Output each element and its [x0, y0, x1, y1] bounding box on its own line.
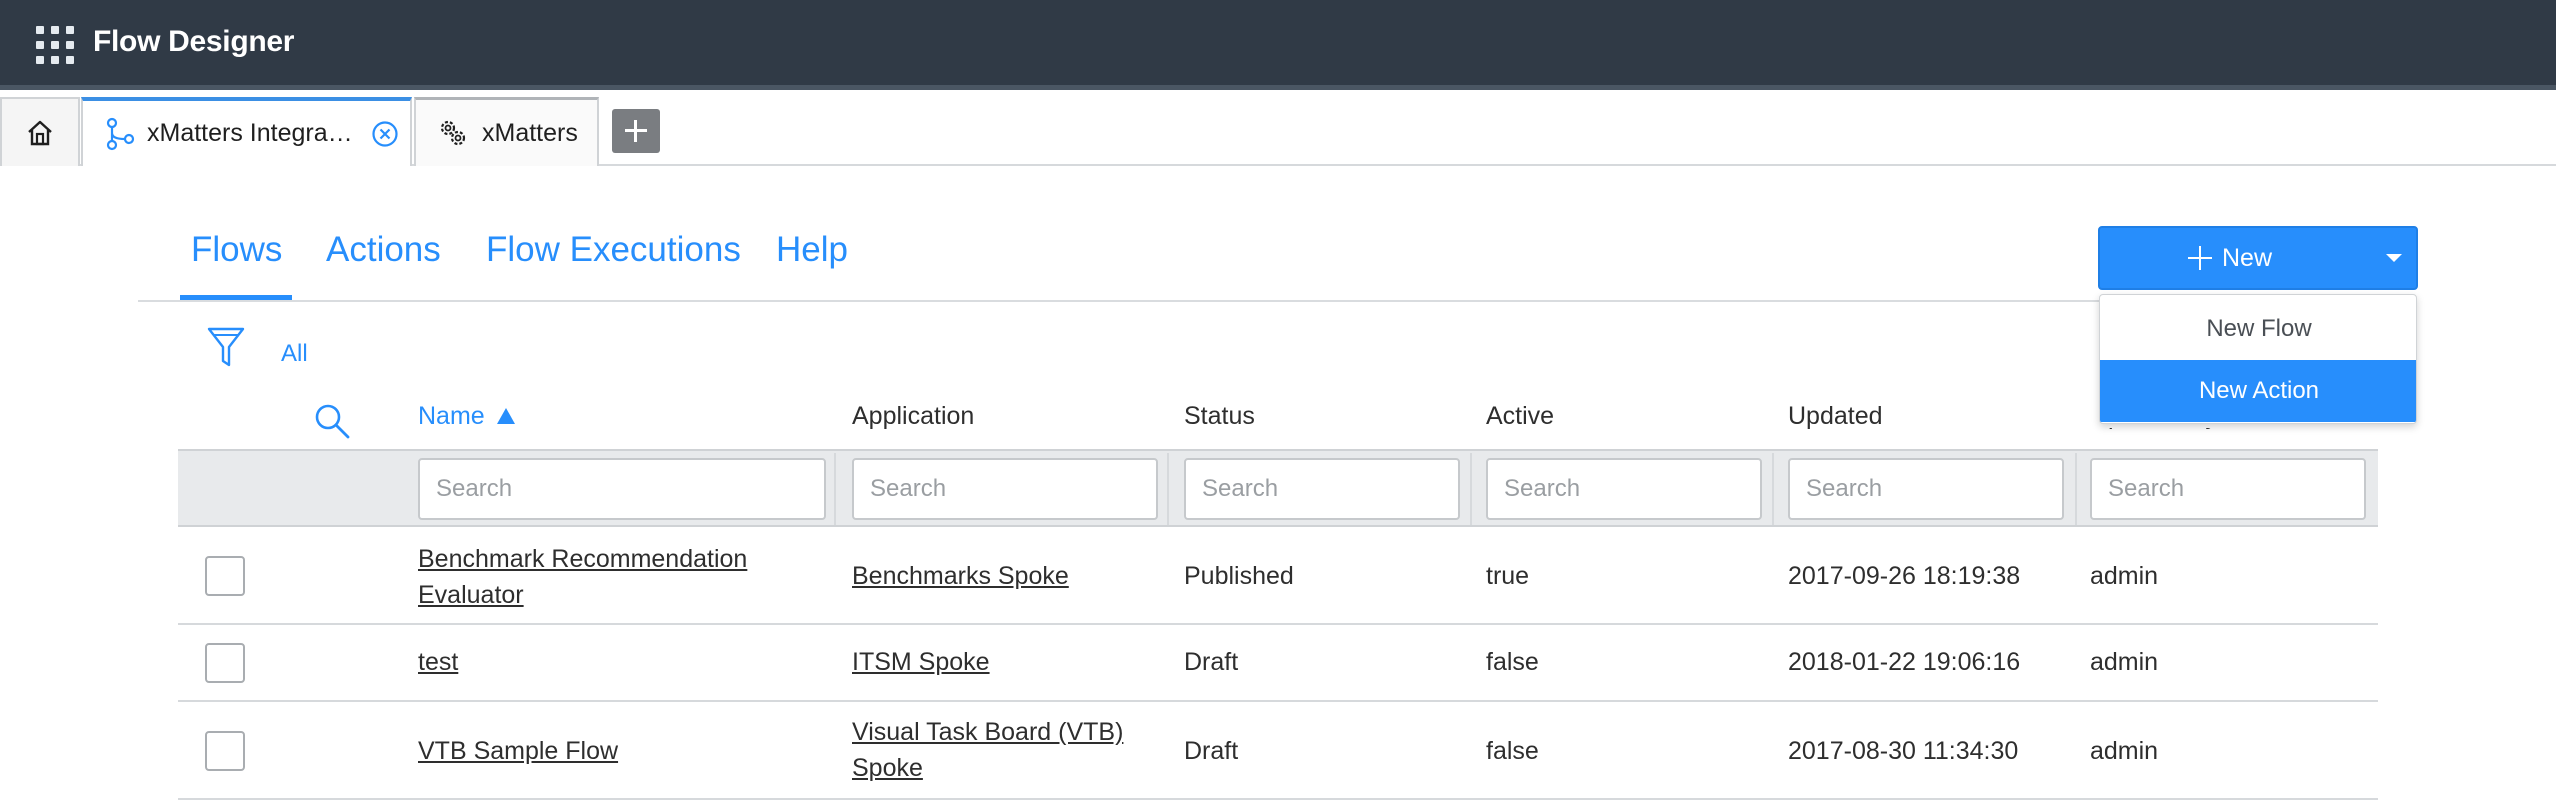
- tab-label: xMatters: [482, 118, 578, 147]
- search-input-status[interactable]: [1184, 458, 1460, 520]
- search-input-updated[interactable]: [1788, 458, 2064, 520]
- column-divider: [2075, 453, 2077, 525]
- table-row: VTB Sample Flow Visual Task Board (VTB) …: [178, 702, 2378, 800]
- row-active: true: [1486, 562, 1530, 590]
- column-divider: [1167, 453, 1169, 525]
- flow-branch-icon: [106, 117, 135, 150]
- menu-item-new-flow[interactable]: New Flow: [2100, 298, 2416, 360]
- row-updated: 2018-01-22 19:06:16: [1788, 648, 2021, 676]
- row-name-link[interactable]: VTB Sample Flow: [418, 733, 618, 769]
- home-icon: [28, 120, 52, 145]
- search-input-application[interactable]: [852, 458, 1158, 520]
- funnel-icon[interactable]: [206, 325, 246, 371]
- column-header-updated[interactable]: Updated: [1788, 402, 1883, 431]
- column-header-application[interactable]: Application: [852, 402, 974, 431]
- row-updated-by: admin: [2090, 737, 2159, 765]
- row-updated: 2017-09-26 18:19:38: [1788, 562, 2021, 590]
- row-checkbox[interactable]: [205, 556, 245, 596]
- search-icon[interactable]: [312, 401, 352, 441]
- table-row: test ITSM Spoke Draft false 2018-01-22 1…: [178, 625, 2378, 702]
- column-divider: [1772, 453, 1774, 525]
- row-name-link[interactable]: test: [418, 644, 458, 680]
- app-title: Flow Designer: [93, 25, 295, 58]
- column-header-status[interactable]: Status: [1184, 402, 1255, 431]
- row-updated-by: admin: [2090, 648, 2159, 676]
- search-input-updated-by[interactable]: [2090, 458, 2366, 520]
- row-active: false: [1486, 648, 1539, 676]
- row-application-link[interactable]: Benchmarks Spoke: [852, 558, 1069, 594]
- sort-ascending-icon: [496, 408, 515, 424]
- nav-flow-executions[interactable]: Flow Executions: [486, 230, 741, 270]
- new-button[interactable]: New: [2100, 228, 2360, 288]
- column-divider: [1470, 453, 1472, 525]
- column-header-active[interactable]: Active: [1486, 402, 1554, 431]
- chevron-down-icon[interactable]: [2386, 254, 2402, 262]
- close-circle-icon[interactable]: [371, 120, 399, 148]
- row-active: false: [1486, 737, 1539, 765]
- table-row: Benchmark Recommendation Evaluator Bench…: [178, 527, 2378, 625]
- row-application-link[interactable]: ITSM Spoke: [852, 644, 990, 680]
- nav-active-indicator: [180, 295, 292, 300]
- new-button-label: New: [2221, 243, 2272, 272]
- tab-xmatters-integration[interactable]: xMatters Integra…: [81, 97, 412, 166]
- nav-help[interactable]: Help: [776, 230, 848, 270]
- column-header-label: Name: [418, 402, 485, 430]
- tab-strip: xMatters Integra… xMatters: [0, 90, 2556, 166]
- tab-xmatters[interactable]: xMatters: [414, 97, 599, 166]
- filter-breadcrumb-all[interactable]: All: [281, 340, 308, 368]
- tab-home[interactable]: [0, 97, 80, 166]
- nav-flows[interactable]: Flows: [191, 230, 282, 270]
- row-status: Draft: [1184, 737, 1239, 765]
- row-name-link[interactable]: Benchmark Recommendation Evaluator: [418, 541, 778, 613]
- plus-icon: [2187, 246, 2212, 270]
- row-checkbox[interactable]: [205, 643, 245, 683]
- new-dropdown-menu: New Flow New Action: [2099, 294, 2417, 424]
- column-divider: [834, 453, 836, 525]
- row-checkbox[interactable]: [205, 731, 245, 771]
- nav-divider: [138, 300, 2378, 302]
- menu-item-new-action[interactable]: New Action: [2100, 360, 2416, 422]
- add-tab-button[interactable]: [612, 109, 660, 153]
- row-status: Draft: [1184, 648, 1239, 676]
- search-input-active[interactable]: [1486, 458, 1762, 520]
- row-status: Published: [1184, 562, 1294, 590]
- new-split-button: New: [2098, 226, 2418, 290]
- app-header: Flow Designer: [0, 0, 2556, 88]
- row-application-link[interactable]: Visual Task Board (VTB) Spoke: [852, 714, 1132, 786]
- tab-label: xMatters Integra…: [147, 119, 353, 147]
- nav-actions[interactable]: Actions: [326, 230, 441, 270]
- row-updated: 2017-08-30 11:34:30: [1788, 737, 2019, 765]
- row-updated-by: admin: [2090, 562, 2159, 590]
- gears-icon: [440, 120, 466, 146]
- search-input-name[interactable]: [418, 458, 826, 520]
- column-header-name[interactable]: Name: [418, 402, 515, 431]
- waffle-grid-icon[interactable]: [36, 26, 74, 64]
